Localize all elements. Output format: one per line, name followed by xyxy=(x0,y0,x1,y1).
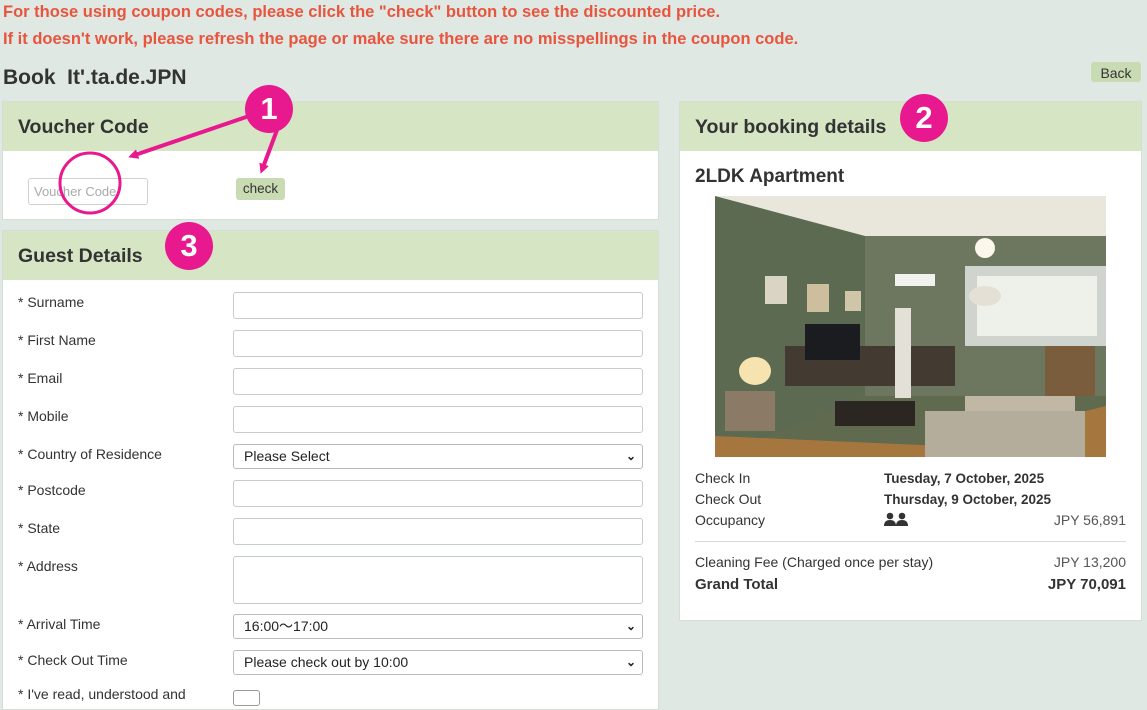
guest-details-panel: Guest Details * Surname * First Name * E… xyxy=(2,230,659,710)
voucher-heading: Voucher Code xyxy=(3,102,658,151)
checkout-time-value: Please check out by 10:00 xyxy=(244,654,409,670)
terms-label: * I've read, understood and xyxy=(18,686,186,702)
arrival-time-select[interactable]: 16:00～17:00 ⌄ xyxy=(233,614,643,639)
guest-details-heading: Guest Details xyxy=(3,231,658,280)
state-label: * State xyxy=(18,520,61,536)
room-photo xyxy=(715,196,1106,457)
arrival-time-value: 16:00～17:00 xyxy=(244,618,329,634)
country-label: * Country of Residence xyxy=(18,446,162,462)
voucher-panel: Voucher Code check xyxy=(2,101,659,220)
annotation-badge-1: 1 xyxy=(245,85,293,133)
booking-details-panel: Your booking details 2LDK Apartment Chec… xyxy=(679,101,1142,621)
terms-checkbox[interactable] xyxy=(233,690,260,706)
country-select-value: Please Select xyxy=(244,448,330,464)
grand-total-price: JPY 70,091 xyxy=(1047,576,1126,593)
grand-total-label: Grand Total xyxy=(695,576,779,593)
arrival-time-label: * Arrival Time xyxy=(18,616,101,632)
divider xyxy=(695,541,1126,542)
room-name: 2LDK Apartment xyxy=(695,166,845,187)
check-out-value: Thursday, 9 October, 2025 xyxy=(884,492,1052,507)
coupon-notice-line-2: If it doesn't work, please refresh the p… xyxy=(3,30,799,48)
chevron-down-icon: ⌄ xyxy=(625,449,636,463)
chevron-down-icon: ⌄ xyxy=(625,619,636,633)
check-out-label: Check Out xyxy=(695,491,762,507)
surname-label: * Surname xyxy=(18,294,85,310)
country-select[interactable]: Please Select ⌄ xyxy=(233,444,643,469)
chevron-down-icon: ⌄ xyxy=(625,655,636,669)
email-label: * Email xyxy=(18,370,63,386)
address-textarea[interactable] xyxy=(233,556,643,604)
mobile-label: * Mobile xyxy=(18,408,69,424)
check-in-label: Check In xyxy=(695,470,751,486)
page-title: Book It'.ta.de.JPN xyxy=(3,66,187,89)
check-in-value: Tuesday, 7 October, 2025 xyxy=(884,471,1045,486)
coupon-notice-line-1: For those using coupon codes, please cli… xyxy=(3,3,721,21)
first-name-input[interactable] xyxy=(233,330,643,357)
postcode-label: * Postcode xyxy=(18,482,86,498)
checkout-time-label: * Check Out Time xyxy=(18,652,128,668)
checkout-time-select[interactable]: Please check out by 10:00 ⌄ xyxy=(233,650,643,675)
mobile-input[interactable] xyxy=(233,406,643,433)
cleaning-fee-label: Cleaning Fee (Charged once per stay) xyxy=(695,554,934,570)
postcode-input[interactable] xyxy=(233,480,643,507)
annotation-badge-3: 3 xyxy=(165,222,213,270)
annotation-badge-2: 2 xyxy=(900,94,948,142)
first-name-label: * First Name xyxy=(18,332,96,348)
voucher-code-input[interactable] xyxy=(28,178,148,205)
people-icon xyxy=(884,512,908,526)
email-input[interactable] xyxy=(233,368,643,395)
state-input[interactable] xyxy=(233,518,643,545)
back-button[interactable]: Back xyxy=(1091,62,1141,82)
occupancy-label: Occupancy xyxy=(695,512,766,528)
check-button[interactable]: check xyxy=(236,178,285,200)
cleaning-fee-price: JPY 13,200 xyxy=(1053,554,1126,570)
occupancy-price: JPY 56,891 xyxy=(1053,512,1126,528)
address-label: * Address xyxy=(18,558,78,574)
surname-input[interactable] xyxy=(233,292,643,319)
